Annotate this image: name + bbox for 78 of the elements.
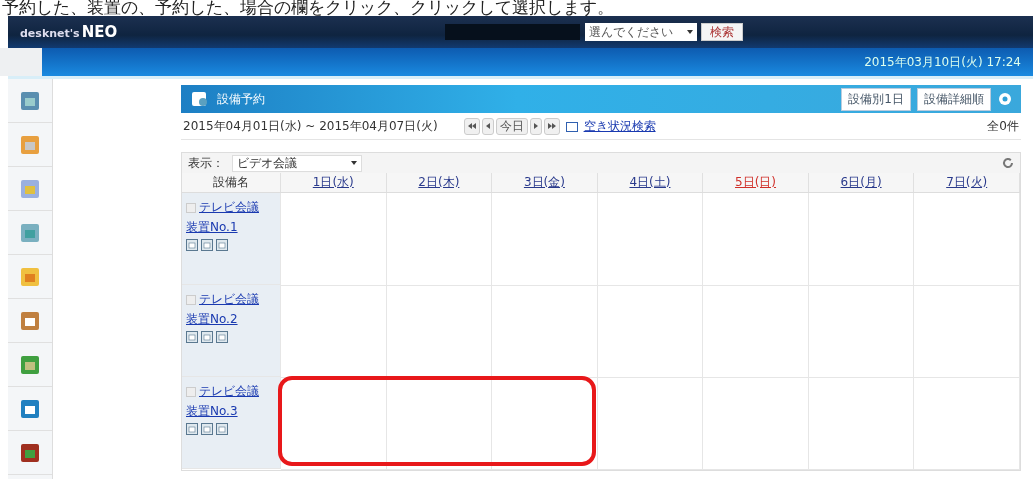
calendar-icon[interactable] [216,239,228,251]
schedule-cell[interactable] [808,285,914,377]
last-button[interactable] [543,117,560,135]
facility-link[interactable]: テレビ会議 [199,291,259,308]
schedule-cell[interactable] [280,192,387,285]
calendar-icon[interactable] [201,239,213,251]
app-icon[interactable] [19,353,41,376]
schedule-cell[interactable] [386,377,492,469]
facility-link[interactable]: テレビ会議 [199,383,259,400]
schedule-cell[interactable] [913,192,1020,285]
facility-link[interactable]: 装置No.3 [186,403,276,420]
settings-icon[interactable] [997,91,1013,107]
next-button[interactable] [529,117,542,135]
day-header[interactable]: 7日(火) [913,173,1020,193]
facility-link[interactable]: 装置No.1 [186,219,276,236]
search-button[interactable]: 検索 [701,23,743,41]
logo: desknet's NEO [20,23,119,41]
view-button[interactable]: 設備詳細順 [917,87,991,111]
caret-icon [687,30,693,34]
schedule-cell[interactable] [597,285,703,377]
left-arrow-icon [485,123,490,129]
view-button[interactable]: 設備別1日 [841,87,911,111]
double-left-arrow-icon [467,123,476,129]
select-dropdown[interactable]: 選んでください [585,23,697,41]
calendar-icon[interactable] [201,331,213,343]
schedule-cell[interactable] [808,192,914,285]
caret-icon [351,161,357,165]
calendar-icon [565,120,578,132]
app-icon[interactable] [19,441,41,464]
schedule-cell[interactable] [597,192,703,285]
schedule-cell[interactable] [280,285,387,377]
schedule-cell[interactable] [702,192,809,285]
schedule-cell[interactable] [913,285,1020,377]
double-right-arrow-icon [547,123,556,129]
schedule-cell[interactable] [913,377,1020,469]
facility-link[interactable]: 装置No.2 [186,311,276,328]
prev-button[interactable] [481,117,494,135]
schedule-cell[interactable] [808,377,914,469]
calendar-icon[interactable] [186,331,198,343]
day-header[interactable]: 6日(月) [808,173,914,193]
checkbox[interactable] [186,294,196,305]
day-header[interactable]: 4日(土) [597,173,703,193]
app-icon[interactable] [19,397,41,420]
panel-title: 設備予約 [217,90,265,108]
day-header[interactable]: 2日(木) [386,173,492,193]
count-text: 全0件 [987,117,1019,135]
facility-link[interactable]: テレビ会議 [199,199,259,216]
checkbox[interactable] [186,202,196,213]
schedule-cell[interactable] [491,192,598,285]
date-range-text: 2015年04月01日(水) ~ 2015年04月07日(火) [183,117,438,135]
app-icon[interactable] [19,221,41,244]
schedule-cell[interactable] [702,285,809,377]
right-arrow-icon [533,123,538,129]
calendar-icon[interactable] [186,239,198,251]
day-header[interactable]: 3日(金) [491,173,598,193]
day-header[interactable]: 1日(水) [280,173,387,193]
schedule-cell[interactable] [386,192,492,285]
app-icon[interactable] [19,89,41,112]
app-icon[interactable] [19,309,41,332]
first-button[interactable] [463,117,480,135]
filter-dropdown[interactable]: ビデオ会議 [232,154,362,172]
datetime-text: 2015年03月10日(火) 17:24 [864,53,1021,71]
refresh-icon[interactable] [1002,157,1014,169]
calendar-icon[interactable] [216,331,228,343]
schedule-cell[interactable] [491,377,598,469]
calendar-icon[interactable] [201,423,213,435]
calendar-person-icon [191,90,209,108]
schedule-cell[interactable] [597,377,703,469]
filter-label: 表示： [188,154,224,172]
calendar-icon[interactable] [186,423,198,435]
calendar-icon[interactable] [216,423,228,435]
day-header[interactable]: 5日(日) [702,173,809,193]
search-field[interactable] [445,24,580,40]
today-button[interactable]: 今日 [495,117,528,135]
availability-link[interactable]: 空き状況検索 [583,117,656,135]
column-header: 設備名 [182,173,281,193]
checkbox[interactable] [186,386,196,397]
schedule-cell[interactable] [702,377,809,469]
